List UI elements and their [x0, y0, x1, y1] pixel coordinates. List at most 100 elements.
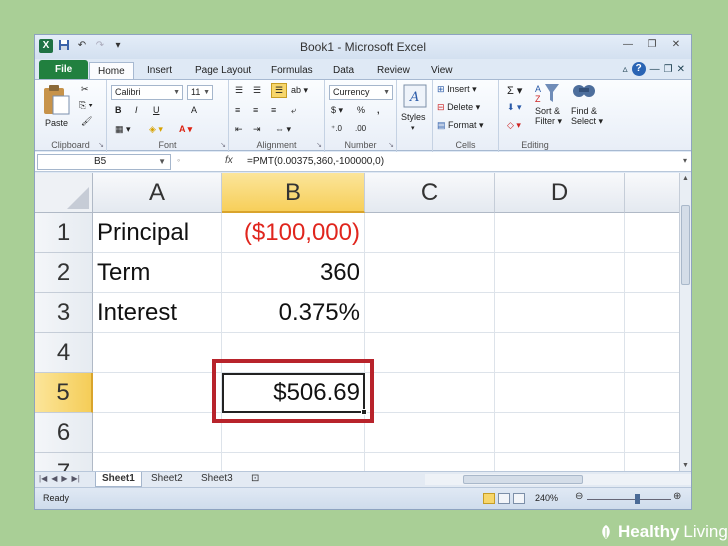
autosum-button[interactable]: Σ ▾: [507, 84, 522, 97]
cell-d4[interactable]: [495, 333, 625, 373]
normal-view-icon[interactable]: [483, 493, 495, 504]
clipboard-launcher-icon[interactable]: ↘: [98, 141, 104, 149]
first-sheet-icon[interactable]: |◀: [39, 474, 47, 483]
cell-e1[interactable]: [625, 213, 679, 253]
align-bottom-icon[interactable]: ☰: [271, 83, 288, 98]
cell-a2[interactable]: Term: [93, 253, 222, 293]
paste-button[interactable]: [41, 84, 71, 118]
page-break-view-icon[interactable]: [513, 493, 525, 504]
tab-review[interactable]: Review: [369, 62, 418, 79]
row-header-3[interactable]: 3: [35, 293, 93, 333]
delete-cells-button[interactable]: ⊟ Delete ▾: [437, 102, 480, 113]
scroll-up-icon[interactable]: ▲: [680, 175, 691, 182]
align-right-icon[interactable]: ≡: [271, 105, 276, 115]
row-header-5[interactable]: 5: [35, 373, 93, 413]
fill-icon[interactable]: ⬇ ▾: [507, 102, 522, 113]
tab-home[interactable]: Home: [89, 62, 134, 79]
font-name-select[interactable]: Calibri ▼: [111, 85, 183, 100]
column-header-a[interactable]: A: [93, 173, 222, 213]
wrap-text-icon[interactable]: ⤶: [291, 105, 296, 116]
horizontal-scroll-thumb[interactable]: [463, 475, 583, 484]
insert-sheet-icon[interactable]: ⊡: [245, 472, 265, 487]
row-header-1[interactable]: 1: [35, 213, 93, 253]
grow-font-button[interactable]: A: [191, 105, 197, 115]
page-layout-view-icon[interactable]: [498, 493, 510, 504]
cell-e3[interactable]: [625, 293, 679, 333]
help-icon[interactable]: ?: [631, 62, 646, 76]
formula-input[interactable]: =PMT(0.00375,360,-100000,0): [247, 156, 384, 167]
increase-indent-icon[interactable]: ⇥: [253, 124, 261, 135]
restore-icon[interactable]: ❐: [641, 38, 663, 52]
cell-a3[interactable]: Interest: [93, 293, 222, 333]
find-select-button[interactable]: Find & Select ▾: [571, 106, 603, 126]
cell-d6[interactable]: [495, 413, 625, 453]
percent-style-button[interactable]: %: [357, 105, 365, 115]
insert-cells-button[interactable]: ⊞ Insert ▾: [437, 84, 477, 95]
vertical-scrollbar[interactable]: ▲ ▼: [679, 173, 691, 471]
align-top-icon[interactable]: ☰: [235, 85, 243, 96]
next-sheet-icon[interactable]: ▶: [61, 474, 67, 483]
cell-e5[interactable]: [625, 373, 679, 413]
cell-a4[interactable]: [93, 333, 222, 373]
find-select-icon[interactable]: [571, 82, 597, 106]
cell-d1[interactable]: [495, 213, 625, 253]
sheet-tab-sheet1[interactable]: Sheet1: [95, 472, 142, 487]
decrease-decimal-icon[interactable]: .00: [355, 124, 366, 133]
underline-button[interactable]: U: [153, 105, 160, 115]
sheet-tab-sheet3[interactable]: Sheet3: [195, 472, 239, 487]
cell-b1[interactable]: ($100,000): [222, 213, 365, 253]
copy-icon[interactable]: ⎘ ▾: [79, 100, 92, 111]
row-header-6[interactable]: 6: [35, 413, 93, 453]
comma-style-button[interactable]: ,: [377, 105, 380, 115]
vertical-scroll-thumb[interactable]: [681, 205, 690, 285]
increase-decimal-icon[interactable]: ⁺.0: [331, 124, 342, 133]
zoom-knob[interactable]: [635, 494, 640, 504]
row-header-4[interactable]: 4: [35, 333, 93, 373]
cell-b3[interactable]: 0.375%: [222, 293, 365, 333]
tab-file[interactable]: File: [39, 60, 89, 79]
tab-page-layout[interactable]: Page Layout: [187, 62, 259, 79]
styles-button[interactable]: Styles: [401, 112, 426, 122]
cell-a6[interactable]: [93, 413, 222, 453]
cell-c3[interactable]: [365, 293, 495, 333]
workbook-minimize-icon[interactable]: —: [650, 64, 660, 75]
horizontal-scrollbar[interactable]: [425, 474, 691, 485]
column-header-c[interactable]: C: [365, 173, 495, 213]
cell-d3[interactable]: [495, 293, 625, 333]
sort-filter-button[interactable]: Sort & Filter ▾: [535, 106, 562, 126]
row-header-7[interactable]: 7: [35, 453, 93, 471]
zoom-level[interactable]: 240%: [535, 493, 558, 503]
zoom-slider[interactable]: ⊖ ⊕: [575, 491, 685, 505]
minimize-ribbon-icon[interactable]: ▵: [623, 64, 628, 75]
cell-e7[interactable]: [625, 453, 679, 471]
insert-function-button[interactable]: fx: [225, 155, 233, 166]
last-sheet-icon[interactable]: ▶|: [72, 474, 80, 483]
align-middle-icon[interactable]: ☰: [253, 85, 261, 96]
cut-icon[interactable]: ✂: [81, 84, 89, 95]
workbook-restore-icon[interactable]: ❐: [664, 64, 673, 75]
clear-icon[interactable]: ◇ ▾: [507, 120, 521, 131]
prev-sheet-icon[interactable]: ◀: [51, 474, 57, 483]
cell-e4[interactable]: [625, 333, 679, 373]
name-box[interactable]: B5 ▼: [37, 154, 171, 170]
cell-c5[interactable]: [365, 373, 495, 413]
minimize-icon[interactable]: —: [617, 38, 639, 52]
align-left-icon[interactable]: ≡: [235, 105, 240, 115]
column-header-d[interactable]: D: [495, 173, 625, 213]
cell-d7[interactable]: [495, 453, 625, 471]
format-cells-button[interactable]: ▤ Format ▾: [437, 120, 484, 131]
align-center-icon[interactable]: ≡: [253, 105, 258, 115]
tab-insert[interactable]: Insert: [139, 62, 180, 79]
font-color-icon[interactable]: A ▾: [179, 124, 192, 135]
fill-color-icon[interactable]: ◈ ▾: [149, 124, 163, 135]
italic-button[interactable]: I: [135, 105, 138, 115]
cell-e2[interactable]: [625, 253, 679, 293]
cell-c1[interactable]: [365, 213, 495, 253]
select-all-button[interactable]: [35, 173, 93, 213]
close-icon[interactable]: ✕: [665, 38, 687, 52]
cell-c4[interactable]: [365, 333, 495, 373]
tab-data[interactable]: Data: [325, 62, 362, 79]
styles-dropdown-icon[interactable]: ▾: [411, 124, 415, 132]
accounting-format-button[interactable]: $ ▾: [331, 105, 343, 116]
expand-formula-bar-icon[interactable]: ▾: [683, 156, 687, 165]
